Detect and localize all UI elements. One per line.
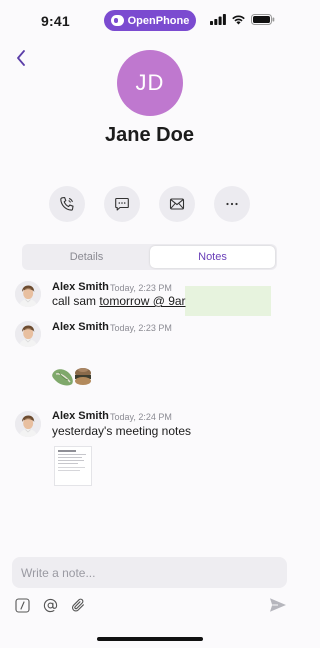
note-author-avatar (15, 321, 41, 347)
send-button[interactable] (268, 595, 288, 615)
signal-icon (210, 14, 226, 25)
note-author: Alex Smith (52, 321, 109, 333)
note-mention-link[interactable]: tomorrow @ 9ar (99, 294, 185, 308)
wifi-icon (232, 15, 245, 25)
home-indicator (97, 637, 203, 641)
at-sign-icon (43, 598, 57, 612)
note-input[interactable] (21, 557, 271, 588)
note-text: yesterday's meeting notes (52, 424, 192, 438)
back-button[interactable] (10, 46, 32, 70)
note-composer (12, 557, 287, 588)
email-button[interactable] (159, 186, 195, 222)
person-avatar-icon (15, 411, 41, 437)
status-time: 9:41 (41, 13, 70, 29)
document-preview-icon (58, 450, 86, 471)
call-button[interactable] (49, 186, 85, 222)
person-avatar-icon (15, 321, 41, 347)
contact-avatar: JD (117, 50, 183, 116)
note-author-avatar (15, 411, 41, 437)
attach-button[interactable] (69, 596, 87, 614)
note-timestamp: Today, 2:23 PM (110, 323, 172, 333)
note-timestamp: Today, 2:24 PM (110, 412, 172, 422)
person-avatar-icon (15, 281, 41, 307)
chevron-left-icon (17, 50, 25, 66)
contact-name: Jane Doe (105, 124, 194, 146)
brand-name: OpenPhone (127, 14, 190, 27)
note-author: Alex Smith (52, 281, 109, 293)
sticker-attachment[interactable] (50, 364, 96, 388)
message-button[interactable] (104, 186, 140, 222)
message-icon (115, 197, 129, 211)
note-timestamp: Today, 2:23 PM (110, 283, 172, 293)
phone-icon (60, 196, 74, 211)
paperclip-icon (71, 598, 84, 612)
brand-pill: OpenPhone (104, 10, 196, 31)
battery-icon (251, 14, 275, 25)
note-author: Alex Smith (52, 410, 109, 422)
status-bar: 9:41 OpenPhone (0, 0, 299, 40)
more-icon (226, 202, 238, 206)
tab-bar: Details Notes (22, 244, 277, 270)
slash-command-icon (14, 597, 30, 613)
mail-icon (169, 198, 185, 210)
send-icon (270, 598, 286, 612)
sticker-icon (52, 368, 91, 386)
mention-button[interactable] (41, 596, 59, 614)
tab-notes[interactable]: Notes (150, 246, 275, 268)
contact-initials: JD (135, 70, 165, 95)
status-icons (210, 14, 275, 25)
highlight-block (185, 286, 271, 316)
note-author-avatar (15, 281, 41, 307)
action-row (0, 186, 299, 222)
more-button[interactable] (214, 186, 250, 222)
document-attachment[interactable] (54, 446, 92, 486)
slash-command-button[interactable] (13, 596, 31, 614)
note-text: call sam tomorrow @ 9ar (52, 294, 186, 308)
tab-details[interactable]: Details (24, 246, 149, 268)
note-text-prefix: call sam (52, 294, 100, 308)
openphone-logo-icon (110, 15, 124, 26)
